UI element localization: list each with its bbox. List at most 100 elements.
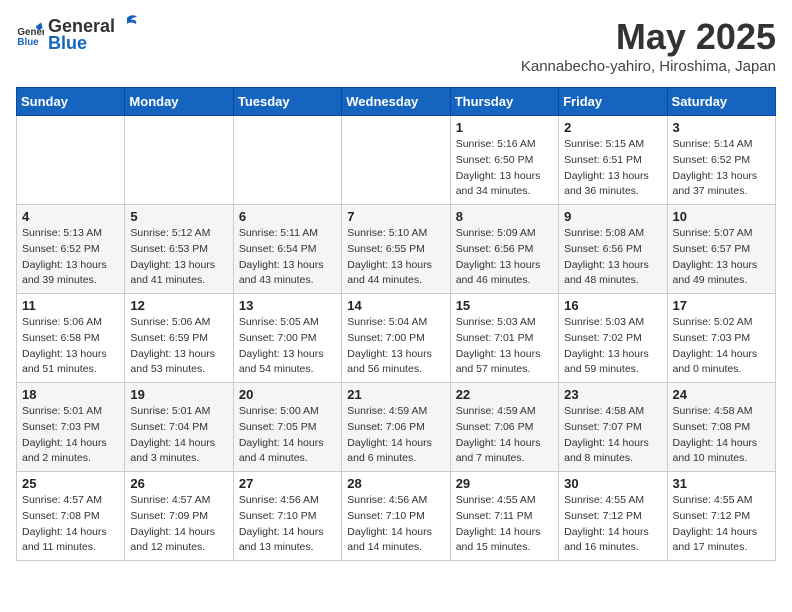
calendar-cell: 2 Sunrise: 5:15 AM Sunset: 6:51 PM Daylig… (559, 116, 667, 205)
day-number: 27 (239, 476, 336, 491)
day-number: 14 (347, 298, 444, 313)
day-info: Sunrise: 5:10 AM Sunset: 6:55 PM Dayligh… (347, 226, 444, 289)
day-info: Sunrise: 5:00 AM Sunset: 7:05 PM Dayligh… (239, 404, 336, 467)
calendar-cell: 10 Sunrise: 5:07 AM Sunset: 6:57 PM Dayli… (667, 205, 775, 294)
day-info: Sunrise: 4:58 AM Sunset: 7:08 PM Dayligh… (673, 404, 770, 467)
logo-icon: General Blue (16, 21, 44, 49)
calendar-table: SundayMondayTuesdayWednesdayThursdayFrid… (16, 87, 776, 561)
calendar-subtitle: Kannabecho-yahiro, Hiroshima, Japan (521, 58, 776, 75)
day-number: 29 (456, 476, 553, 491)
calendar-cell: 20 Sunrise: 5:00 AM Sunset: 7:05 PM Dayli… (233, 383, 341, 472)
day-info: Sunrise: 5:07 AM Sunset: 6:57 PM Dayligh… (673, 226, 770, 289)
day-number: 25 (22, 476, 119, 491)
day-number: 30 (564, 476, 661, 491)
day-info: Sunrise: 4:59 AM Sunset: 7:06 PM Dayligh… (456, 404, 553, 467)
calendar-cell: 16 Sunrise: 5:03 AM Sunset: 7:02 PM Dayli… (559, 294, 667, 383)
day-number: 17 (673, 298, 770, 313)
calendar-cell: 27 Sunrise: 4:56 AM Sunset: 7:10 PM Dayli… (233, 472, 341, 561)
calendar-cell: 7 Sunrise: 5:10 AM Sunset: 6:55 PM Daylig… (342, 205, 450, 294)
day-info: Sunrise: 4:56 AM Sunset: 7:10 PM Dayligh… (239, 493, 336, 556)
day-number: 2 (564, 120, 661, 135)
day-number: 12 (130, 298, 227, 313)
calendar-cell: 15 Sunrise: 5:03 AM Sunset: 7:01 PM Dayli… (450, 294, 558, 383)
day-number: 7 (347, 209, 444, 224)
calendar-cell: 17 Sunrise: 5:02 AM Sunset: 7:03 PM Dayli… (667, 294, 775, 383)
calendar-cell: 4 Sunrise: 5:13 AM Sunset: 6:52 PM Daylig… (17, 205, 125, 294)
day-number: 5 (130, 209, 227, 224)
day-number: 11 (22, 298, 119, 313)
day-number: 8 (456, 209, 553, 224)
calendar-cell: 30 Sunrise: 4:55 AM Sunset: 7:12 PM Dayli… (559, 472, 667, 561)
day-info: Sunrise: 5:08 AM Sunset: 6:56 PM Dayligh… (564, 226, 661, 289)
day-info: Sunrise: 5:06 AM Sunset: 6:58 PM Dayligh… (22, 315, 119, 378)
day-info: Sunrise: 4:58 AM Sunset: 7:07 PM Dayligh… (564, 404, 661, 467)
day-info: Sunrise: 5:01 AM Sunset: 7:04 PM Dayligh… (130, 404, 227, 467)
svg-text:Blue: Blue (17, 37, 39, 48)
week-row-2: 4 Sunrise: 5:13 AM Sunset: 6:52 PM Daylig… (17, 205, 776, 294)
day-number: 19 (130, 387, 227, 402)
day-header-sunday: Sunday (17, 88, 125, 116)
day-info: Sunrise: 5:02 AM Sunset: 7:03 PM Dayligh… (673, 315, 770, 378)
week-row-3: 11 Sunrise: 5:06 AM Sunset: 6:58 PM Dayli… (17, 294, 776, 383)
day-info: Sunrise: 4:55 AM Sunset: 7:12 PM Dayligh… (564, 493, 661, 556)
day-header-friday: Friday (559, 88, 667, 116)
calendar-cell (342, 116, 450, 205)
day-number: 9 (564, 209, 661, 224)
day-header-saturday: Saturday (667, 88, 775, 116)
calendar-cell: 12 Sunrise: 5:06 AM Sunset: 6:59 PM Dayli… (125, 294, 233, 383)
day-info: Sunrise: 4:57 AM Sunset: 7:08 PM Dayligh… (22, 493, 119, 556)
day-header-tuesday: Tuesday (233, 88, 341, 116)
day-number: 13 (239, 298, 336, 313)
calendar-cell: 31 Sunrise: 4:55 AM Sunset: 7:12 PM Dayli… (667, 472, 775, 561)
day-info: Sunrise: 4:55 AM Sunset: 7:12 PM Dayligh… (673, 493, 770, 556)
day-header-monday: Monday (125, 88, 233, 116)
day-info: Sunrise: 5:15 AM Sunset: 6:51 PM Dayligh… (564, 137, 661, 200)
calendar-cell: 18 Sunrise: 5:01 AM Sunset: 7:03 PM Dayli… (17, 383, 125, 472)
day-info: Sunrise: 5:13 AM Sunset: 6:52 PM Dayligh… (22, 226, 119, 289)
day-number: 26 (130, 476, 227, 491)
logo: General Blue General Blue (16, 16, 137, 54)
day-number: 6 (239, 209, 336, 224)
calendar-cell: 24Sunrise: 4:58 AM Sunset: 7:08 PM Dayli… (667, 383, 775, 472)
day-info: Sunrise: 5:03 AM Sunset: 7:02 PM Dayligh… (564, 315, 661, 378)
day-number: 21 (347, 387, 444, 402)
day-number: 4 (22, 209, 119, 224)
day-number: 16 (564, 298, 661, 313)
calendar-cell (17, 116, 125, 205)
week-row-5: 25 Sunrise: 4:57 AM Sunset: 7:08 PM Dayli… (17, 472, 776, 561)
day-info: Sunrise: 5:14 AM Sunset: 6:52 PM Dayligh… (673, 137, 770, 200)
day-info: Sunrise: 5:04 AM Sunset: 7:00 PM Dayligh… (347, 315, 444, 378)
day-info: Sunrise: 5:12 AM Sunset: 6:53 PM Dayligh… (130, 226, 227, 289)
day-number: 31 (673, 476, 770, 491)
day-info: Sunrise: 4:57 AM Sunset: 7:09 PM Dayligh… (130, 493, 227, 556)
calendar-cell: 9 Sunrise: 5:08 AM Sunset: 6:56 PM Daylig… (559, 205, 667, 294)
day-number: 23 (564, 387, 661, 402)
days-header-row: SundayMondayTuesdayWednesdayThursdayFrid… (17, 88, 776, 116)
day-number: 20 (239, 387, 336, 402)
day-number: 1 (456, 120, 553, 135)
day-number: 10 (673, 209, 770, 224)
day-number: 18 (22, 387, 119, 402)
day-number: 3 (673, 120, 770, 135)
day-info: Sunrise: 5:03 AM Sunset: 7:01 PM Dayligh… (456, 315, 553, 378)
calendar-cell: 19 Sunrise: 5:01 AM Sunset: 7:04 PM Dayli… (125, 383, 233, 472)
day-number: 15 (456, 298, 553, 313)
day-info: Sunrise: 5:01 AM Sunset: 7:03 PM Dayligh… (22, 404, 119, 467)
day-info: Sunrise: 5:05 AM Sunset: 7:00 PM Dayligh… (239, 315, 336, 378)
calendar-title: May 2025 (521, 16, 776, 58)
title-area: May 2025 Kannabecho-yahiro, Hiroshima, J… (521, 16, 776, 75)
calendar-cell: 1 Sunrise: 5:16 AM Sunset: 6:50 PM Daylig… (450, 116, 558, 205)
day-info: Sunrise: 5:06 AM Sunset: 6:59 PM Dayligh… (130, 315, 227, 378)
day-number: 22 (456, 387, 553, 402)
calendar-cell: 14 Sunrise: 5:04 AM Sunset: 7:00 PM Dayli… (342, 294, 450, 383)
day-info: Sunrise: 5:11 AM Sunset: 6:54 PM Dayligh… (239, 226, 336, 289)
calendar-cell: 6 Sunrise: 5:11 AM Sunset: 6:54 PM Daylig… (233, 205, 341, 294)
day-info: Sunrise: 5:09 AM Sunset: 6:56 PM Dayligh… (456, 226, 553, 289)
calendar-cell: 11 Sunrise: 5:06 AM Sunset: 6:58 PM Dayli… (17, 294, 125, 383)
day-info: Sunrise: 4:59 AM Sunset: 7:06 PM Dayligh… (347, 404, 444, 467)
day-number: 28 (347, 476, 444, 491)
week-row-1: 1 Sunrise: 5:16 AM Sunset: 6:50 PM Daylig… (17, 116, 776, 205)
day-info: Sunrise: 4:55 AM Sunset: 7:11 PM Dayligh… (456, 493, 553, 556)
day-info: Sunrise: 5:16 AM Sunset: 6:50 PM Dayligh… (456, 137, 553, 200)
calendar-cell: 5 Sunrise: 5:12 AM Sunset: 6:53 PM Daylig… (125, 205, 233, 294)
